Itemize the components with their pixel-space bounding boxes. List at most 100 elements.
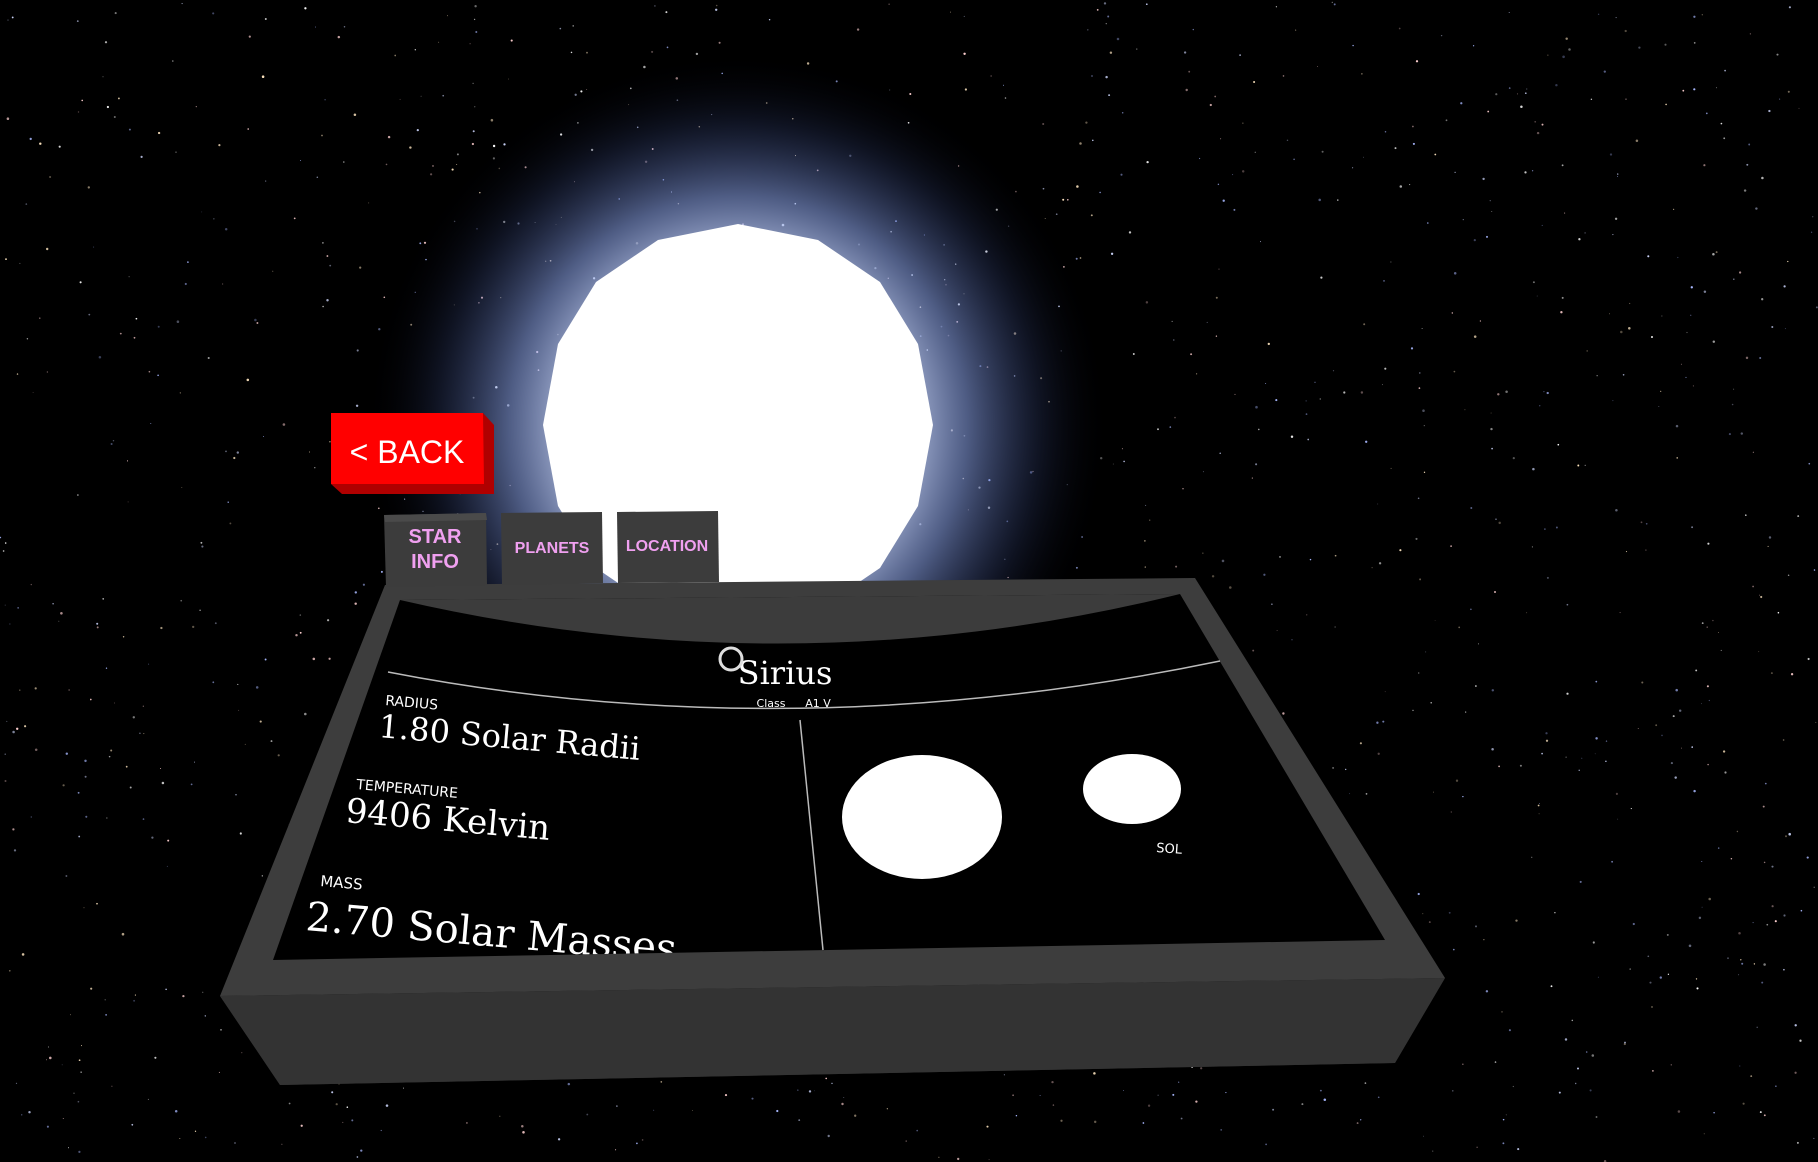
background-star [265,180,267,182]
background-star [213,218,215,220]
background-star [1107,15,1110,18]
background-star [1460,102,1463,105]
background-star [39,317,41,319]
background-star [1783,285,1786,288]
background-star [79,281,82,284]
background-star [1067,199,1069,201]
background-star [157,374,159,377]
background-star [1712,619,1714,622]
background-star [1638,46,1641,49]
background-star [1319,1089,1322,1092]
class-label: Class [757,697,786,710]
background-star [1760,595,1763,599]
background-star [1042,187,1045,190]
background-star [1512,1085,1514,1088]
background-star [2,550,5,552]
background-star [194,1130,197,1132]
background-star [1622,373,1625,376]
background-star [1661,315,1663,317]
background-star [1701,14,1703,16]
background-star [636,1142,638,1145]
background-star [1314,381,1316,383]
background-star [1555,83,1558,87]
background-star [1577,464,1580,467]
background-star [1544,528,1546,530]
back-button[interactable]: < BACK [331,413,494,494]
background-star [1363,323,1366,326]
background-star [8,969,11,972]
background-star [16,373,19,375]
background-star [1738,974,1740,976]
background-star [1087,29,1089,31]
background-star [1306,614,1308,616]
background-star [1536,295,1538,297]
background-star [1677,1110,1681,1113]
background-star [45,247,49,251]
background-star [394,54,397,57]
background-star [113,115,116,119]
background-star [1617,175,1618,177]
background-star [1667,973,1670,975]
background-star [0,536,2,539]
background-star [134,994,136,996]
background-star [1377,1096,1380,1099]
background-star [1566,603,1569,606]
background-star [172,60,174,62]
background-star [1483,939,1485,941]
background-star [718,41,721,44]
background-star [1434,153,1437,156]
background-star [1415,537,1418,540]
background-star [1620,330,1623,334]
background-star [21,953,25,956]
background-star [83,907,85,909]
background-star [13,849,17,852]
background-star [1763,861,1766,864]
background-star [1452,1090,1454,1092]
background-star [165,988,167,991]
background-star [212,681,215,684]
background-star [1590,98,1593,100]
background-star [1813,1137,1815,1139]
background-star [1093,1072,1096,1075]
background-star [1110,252,1114,255]
background-star [1784,328,1786,330]
background-star [1782,739,1785,741]
background-star [4,542,7,544]
background-star [1632,922,1635,926]
background-star [797,1089,799,1091]
background-star [316,176,319,179]
tab-location[interactable]: LOCATION [617,511,719,583]
background-star [1202,552,1204,554]
background-star [1487,110,1490,113]
background-star [653,1109,655,1111]
background-star [1790,673,1794,676]
background-star [326,619,330,622]
background-star [1377,503,1379,505]
background-star [1079,257,1082,259]
background-star [1349,793,1351,795]
background-star [1174,416,1176,419]
background-star [1756,1026,1758,1029]
background-star [49,175,52,179]
tab-star-info[interactable]: STAR INFO [384,513,487,587]
background-star [1015,1114,1018,1117]
background-star [385,163,388,166]
tab-planets[interactable]: PLANETS [501,512,603,585]
background-star [1422,409,1425,412]
background-star [507,78,509,80]
background-star [1770,672,1773,675]
background-star [1200,1067,1203,1070]
background-star [157,325,160,328]
background-star [1547,54,1549,56]
background-star [1239,54,1241,56]
background-star [1659,976,1662,979]
background-star [24,725,27,728]
background-star [1093,1120,1097,1124]
background-star [1720,122,1723,125]
background-star [1092,139,1094,142]
background-star [1382,720,1385,723]
background-star [12,730,15,734]
background-star [314,467,316,469]
background-star [1453,370,1456,373]
background-star [1783,968,1785,971]
